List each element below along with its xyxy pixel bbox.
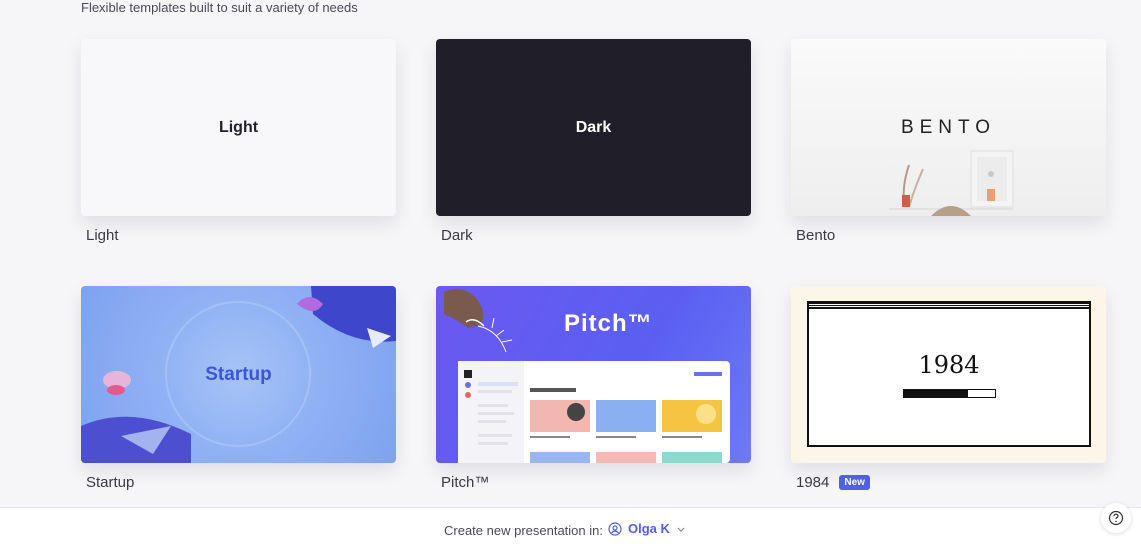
template-card-bento[interactable]: BENTO Bento	[791, 39, 1106, 244]
thumbnail-title: 1984	[918, 351, 980, 379]
template-thumbnail[interactable]: 1984	[791, 286, 1106, 463]
template-name: Dark	[441, 227, 473, 244]
thumbnail-title: Dark	[575, 118, 612, 136]
user-circle-icon	[608, 521, 622, 536]
create-in-label: Create new presentation in:	[444, 523, 603, 538]
workspace-selector[interactable]: Olga K	[608, 521, 686, 536]
retro-progress-bar	[903, 389, 996, 398]
template-card-pitch[interactable]: Pitch™ Pitch™	[436, 286, 751, 491]
thumbnail-title: Light	[218, 118, 259, 136]
template-thumbnail[interactable]: Startup	[81, 286, 396, 463]
workspace-name: Olga K	[628, 521, 670, 536]
pitch-app-preview	[444, 289, 730, 463]
help-button[interactable]	[1101, 503, 1131, 533]
template-thumbnail[interactable]: Light	[81, 39, 396, 216]
footer-bar: Create new presentation in: Olga K	[0, 507, 1141, 547]
template-name: Light	[86, 227, 119, 244]
retro-title-bar	[809, 303, 1089, 309]
template-name: 1984	[796, 474, 830, 491]
desk-illustration	[889, 150, 1014, 216]
page-subtitle: Flexible templates built to suit a varie…	[81, 0, 358, 15]
retro-progress-fill	[904, 390, 968, 397]
template-card-dark[interactable]: Dark Dark	[436, 39, 751, 244]
thumbnail-title: Startup	[205, 364, 272, 385]
template-thumbnail[interactable]: Dark	[436, 39, 751, 216]
template-name: Bento	[796, 227, 836, 244]
new-badge: New	[839, 475, 870, 490]
chevron-down-icon	[677, 527, 685, 532]
template-thumbnail[interactable]: Pitch™	[436, 286, 751, 463]
template-card-startup[interactable]: Startup Startup	[81, 286, 396, 491]
template-card-1984[interactable]: 1984 1984 New	[791, 286, 1106, 491]
retro-window: 1984	[807, 301, 1091, 447]
template-name: Pitch™	[441, 474, 490, 491]
template-thumbnail[interactable]: BENTO	[791, 39, 1106, 216]
template-card-light[interactable]: Light Light	[81, 39, 396, 244]
template-name: Startup	[86, 474, 135, 491]
question-circle-icon	[1108, 510, 1124, 526]
